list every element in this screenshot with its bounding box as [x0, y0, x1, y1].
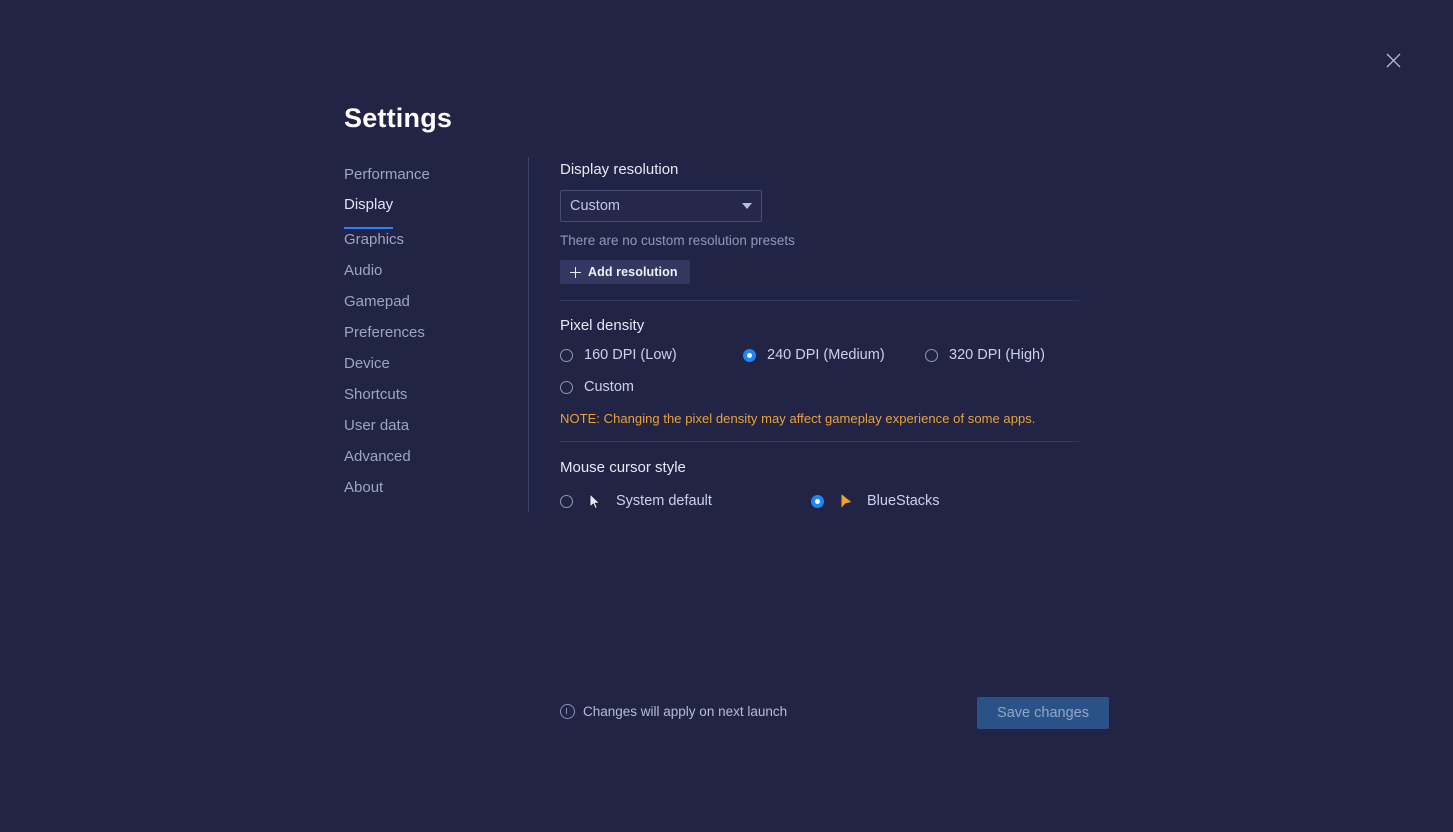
sidebar-item-advanced[interactable]: Advanced: [344, 446, 411, 477]
sidebar-content-divider: [528, 157, 529, 512]
pixel-density-label: 320 DPI (High): [949, 347, 1045, 363]
radio-button[interactable]: [560, 494, 573, 508]
close-icon: [1386, 53, 1400, 67]
sidebar-item-audio[interactable]: Audio: [344, 260, 382, 291]
page-title: Settings: [344, 103, 453, 133]
pixel-density-heading: Pixel density: [560, 317, 645, 334]
cursor-arrow-orange-icon: [838, 492, 854, 510]
sidebar-item-graphics[interactable]: Graphics: [344, 229, 404, 260]
footer-note-text: Changes will apply on next launch: [583, 704, 788, 719]
display-resolution-heading: Display resolution: [560, 161, 679, 178]
resolution-dropdown[interactable]: Custom: [560, 190, 762, 222]
resolution-dropdown-value: Custom: [570, 198, 620, 214]
footer-note: Changes will apply on next launch: [560, 704, 787, 719]
add-resolution-button[interactable]: Add resolution: [560, 260, 690, 284]
sidebar-item-performance[interactable]: Performance: [344, 164, 430, 195]
radio-button-selected[interactable]: [811, 494, 824, 508]
cursor-option-system-default[interactable]: System default: [560, 492, 712, 510]
sidebar-item-device[interactable]: Device: [344, 353, 390, 384]
section-divider-2: [560, 441, 1079, 442]
mouse-cursor-style-heading: Mouse cursor style: [560, 459, 686, 476]
cursor-option-bluestacks[interactable]: BlueStacks: [811, 492, 940, 510]
section-divider-1: [560, 300, 1079, 301]
radio-button[interactable]: [925, 348, 938, 362]
chevron-down-icon: [742, 203, 752, 209]
pixel-density-option-160[interactable]: 160 DPI (Low): [560, 347, 677, 363]
radio-button[interactable]: [560, 380, 573, 394]
no-presets-text: There are no custom resolution presets: [560, 233, 795, 248]
save-changes-button[interactable]: Save changes: [977, 697, 1109, 729]
sidebar-item-display[interactable]: Display: [344, 195, 394, 229]
sidebar-item-gamepad[interactable]: Gamepad: [344, 291, 410, 322]
close-button[interactable]: [1379, 47, 1407, 73]
sidebar-item-about[interactable]: About: [344, 477, 383, 508]
pixel-density-note: NOTE: Changing the pixel density may aff…: [560, 411, 1036, 426]
radio-button-selected[interactable]: [743, 348, 756, 362]
sidebar-item-shortcuts[interactable]: Shortcuts: [344, 384, 407, 415]
settings-sidebar: Performance Display Graphics Audio Gamep…: [344, 164, 509, 508]
radio-button[interactable]: [560, 348, 573, 362]
pixel-density-option-240[interactable]: 240 DPI (Medium): [743, 347, 885, 363]
cursor-arrow-white-icon: [587, 492, 603, 510]
pixel-density-option-custom[interactable]: Custom: [560, 379, 634, 395]
sidebar-item-user-data[interactable]: User data: [344, 415, 409, 446]
cursor-option-label: System default: [616, 493, 712, 509]
cursor-option-label: BlueStacks: [867, 493, 940, 509]
pixel-density-option-320[interactable]: 320 DPI (High): [925, 347, 1045, 363]
pixel-density-label: Custom: [584, 379, 634, 395]
pixel-density-label: 160 DPI (Low): [584, 347, 677, 363]
sidebar-item-preferences[interactable]: Preferences: [344, 322, 425, 353]
add-resolution-label: Add resolution: [588, 265, 678, 279]
pixel-density-label: 240 DPI (Medium): [767, 347, 885, 363]
plus-icon: [570, 266, 581, 278]
info-circle-icon: [560, 704, 575, 719]
